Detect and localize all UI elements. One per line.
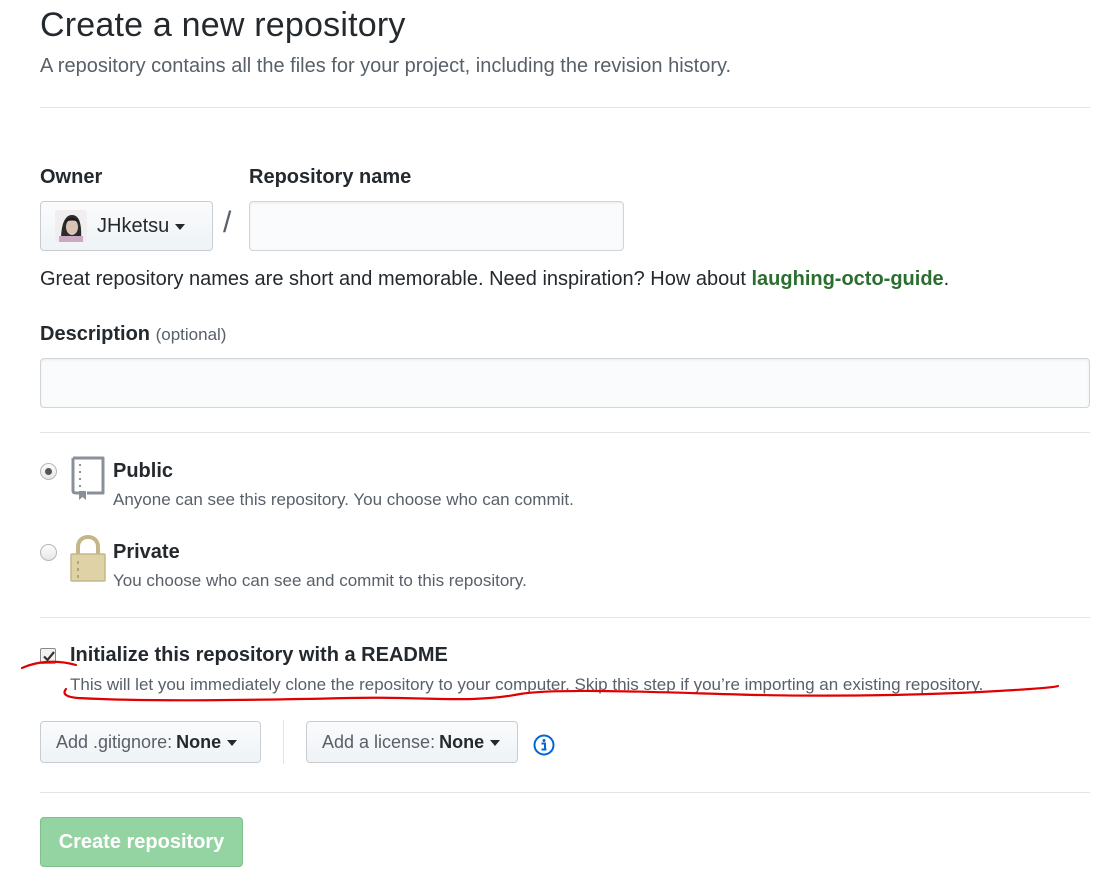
license-value: None [439, 731, 485, 752]
private-title: Private [113, 541, 180, 563]
page-title: Create a new repository [40, 6, 406, 44]
license-label: Add a license: [322, 731, 436, 752]
public-desc: Anyone can see this repository. You choo… [113, 490, 574, 509]
private-radio[interactable] [40, 544, 57, 561]
chevron-down-icon [490, 740, 501, 746]
description-divider [40, 432, 1090, 433]
visibility-divider [40, 617, 1090, 618]
select-separator [283, 720, 284, 764]
create-repository-button[interactable]: Create repository [40, 817, 243, 867]
owner-name: JHketsu [97, 214, 170, 237]
hint-end: . [943, 268, 950, 290]
page-subtitle: A repository contains all the files for … [40, 55, 732, 77]
description-label: Description (optional) [40, 323, 226, 346]
description-input[interactable] [40, 358, 1090, 408]
gitignore-value: None [176, 731, 222, 752]
description-label-text: Description [40, 323, 151, 345]
readme-title: Initialize this repository with a README [70, 644, 448, 666]
chevron-down-icon [227, 740, 238, 746]
owner-label: Owner [40, 166, 103, 188]
owner-repo-separator: / [223, 206, 232, 239]
owner-select-button[interactable]: JHketsu [40, 201, 213, 251]
repo-name-hint: Great repository names are short and mem… [40, 268, 949, 291]
public-title: Public [113, 460, 174, 482]
checkmark-icon [43, 651, 55, 662]
hint-text: Great repository names are short and mem… [40, 268, 752, 290]
public-radio[interactable] [40, 463, 57, 480]
optional-tag: (optional) [155, 325, 227, 344]
options-divider [40, 792, 1090, 793]
private-desc: You choose who can see and commit to thi… [113, 571, 527, 590]
repo-name-input[interactable] [249, 201, 624, 251]
gitignore-select-button[interactable]: Add .gitignore: None [40, 721, 261, 763]
suggested-name-link[interactable]: laughing-octo-guide [751, 268, 943, 290]
repo-icon [70, 455, 106, 506]
repo-name-label: Repository name [249, 166, 412, 188]
readme-desc: This will let you immediately clone the … [70, 675, 984, 694]
lock-icon [69, 534, 107, 588]
header-divider [40, 107, 1090, 108]
gitignore-label: Add .gitignore: [56, 731, 173, 752]
avatar [55, 210, 87, 242]
license-select-button[interactable]: Add a license: None [306, 721, 518, 763]
info-icon[interactable] [533, 734, 555, 761]
readme-checkbox[interactable] [40, 648, 56, 664]
chevron-down-icon [175, 224, 186, 230]
